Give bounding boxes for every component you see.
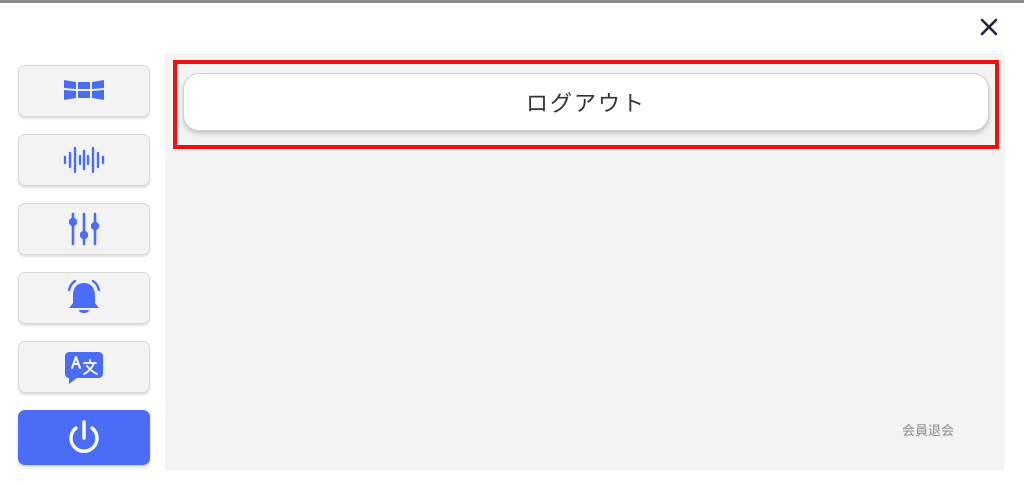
- sidebar-item-account[interactable]: [18, 410, 150, 465]
- highlight-annotation: [173, 60, 999, 149]
- sidebar-item-audio[interactable]: [18, 134, 150, 186]
- close-button[interactable]: [974, 12, 1004, 42]
- sidebar-item-language[interactable]: [18, 341, 150, 393]
- bell-ringing-icon: [62, 278, 106, 318]
- settings-dialog: ログアウト 会員退会: [0, 0, 1024, 485]
- withdraw-membership-link[interactable]: 会員退会: [880, 418, 976, 440]
- close-icon: [980, 18, 998, 36]
- sliders-icon: [67, 211, 101, 247]
- sidebar-item-notifications[interactable]: [18, 272, 150, 324]
- layout-grid-icon: [62, 76, 106, 106]
- window-top-edge: [0, 0, 1024, 3]
- power-icon: [64, 418, 104, 458]
- sidebar-item-layout[interactable]: [18, 65, 150, 117]
- sound-wave-icon: [62, 143, 106, 177]
- translate-icon: [63, 349, 105, 385]
- sidebar-item-equalizer[interactable]: [18, 203, 150, 255]
